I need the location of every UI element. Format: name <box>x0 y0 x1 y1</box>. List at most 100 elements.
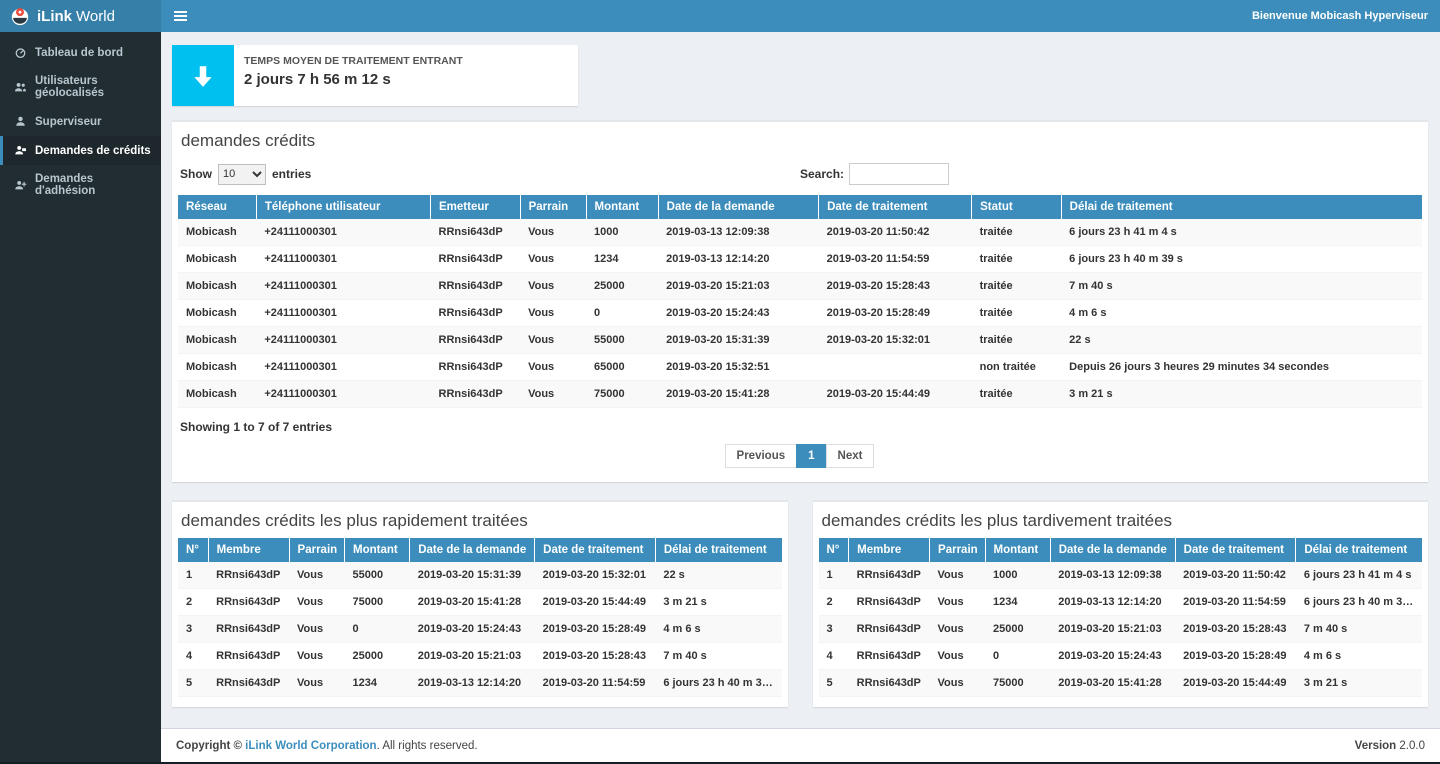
column-header[interactable]: Date de traitement <box>1175 538 1296 562</box>
table-cell: 2019-03-20 15:21:03 <box>658 273 818 300</box>
column-header[interactable]: Téléphone utilisateur <box>256 195 430 219</box>
table-cell: traitée <box>972 381 1062 408</box>
sidebar-item-label: Demandes de crédits <box>35 145 151 157</box>
brand-link[interactable]: iLinkWorld <box>0 0 161 32</box>
table-cell: RRnsi643dP <box>431 246 521 273</box>
table-row: 1RRnsi643dPVous10002019-03-13 12:09:3820… <box>819 562 1423 589</box>
table-cell: traitée <box>972 327 1062 354</box>
table-cell: 75000 <box>985 670 1050 697</box>
column-header[interactable]: Parrain <box>930 538 986 562</box>
sidebar-item-label: Tableau de bord <box>35 47 123 59</box>
column-header[interactable]: Réseau <box>178 195 256 219</box>
column-header[interactable]: Emetteur <box>431 195 521 219</box>
table-cell: 4 m 6 s <box>1296 643 1422 670</box>
table-cell: traitée <box>972 246 1062 273</box>
table-cell: 5 <box>178 670 208 697</box>
table-cell: Vous <box>930 616 986 643</box>
slowest-panel: demandes crédits les plus tardivement tr… <box>813 500 1429 707</box>
column-header[interactable]: Date de traitement <box>535 538 656 562</box>
table-cell: 2 <box>819 589 849 616</box>
table-cell: Mobicash <box>178 273 256 300</box>
search-input[interactable] <box>849 163 949 185</box>
table-cell: 2019-03-20 15:28:49 <box>1175 643 1296 670</box>
column-header[interactable]: Délai de traitement <box>655 538 781 562</box>
table-cell: 0 <box>345 616 410 643</box>
brand-logo-icon <box>10 6 30 26</box>
table-row: 3RRnsi643dPVous250002019-03-20 15:21:032… <box>819 616 1423 643</box>
table-row: 5RRnsi643dPVous750002019-03-20 15:41:282… <box>819 670 1423 697</box>
table-cell: RRnsi643dP <box>208 589 289 616</box>
pagination-next-button[interactable]: Next <box>826 444 875 468</box>
column-header[interactable]: Délai de traitement <box>1061 195 1422 219</box>
table-row: 4RRnsi643dPVous250002019-03-20 15:21:032… <box>178 643 782 670</box>
table-cell <box>819 354 972 381</box>
table-summary: Showing 1 to 7 of 7 entries <box>178 408 1422 434</box>
table-cell: 25000 <box>586 273 658 300</box>
table-cell: 2019-03-20 15:28:43 <box>819 273 972 300</box>
column-header[interactable]: Délai de traitement <box>1296 538 1422 562</box>
table-cell: Depuis 26 jours 3 heures 29 minutes 34 s… <box>1061 354 1422 381</box>
column-header[interactable]: N° <box>819 538 849 562</box>
sidebar-item-superviseur[interactable]: Superviseur <box>0 107 161 136</box>
table-cell: 2019-03-20 11:54:59 <box>535 670 656 697</box>
column-header[interactable]: Date de la demande <box>658 195 818 219</box>
table-cell: 4 <box>819 643 849 670</box>
table-cell: 2019-03-20 11:50:42 <box>1175 562 1296 589</box>
table-cell: 2019-03-20 15:32:51 <box>658 354 818 381</box>
page-length-select[interactable]: 10 <box>218 164 266 185</box>
column-header[interactable]: Montant <box>586 195 658 219</box>
column-header[interactable]: Montant <box>985 538 1050 562</box>
column-header[interactable]: Parrain <box>289 538 345 562</box>
column-header[interactable]: Parrain <box>520 195 586 219</box>
supervisor-icon <box>14 115 27 128</box>
sidebar-item-tableau-de-bord[interactable]: Tableau de bord <box>0 38 161 67</box>
fastest-panel-title: demandes crédits les plus rapidement tra… <box>172 502 788 538</box>
column-header[interactable]: Statut <box>972 195 1062 219</box>
column-header[interactable]: Montant <box>345 538 410 562</box>
table-cell: 1000 <box>985 562 1050 589</box>
table-cell: RRnsi643dP <box>431 381 521 408</box>
welcome-text: Bienvenue Mobicash Hyperviseur <box>1252 10 1440 22</box>
table-cell: Vous <box>289 643 345 670</box>
company-link[interactable]: iLink World Corporation <box>245 740 376 752</box>
slowest-table: N°MembreParrainMontantDate de la demande… <box>819 538 1423 697</box>
table-cell: Vous <box>520 246 586 273</box>
table-cell: +24111000301 <box>256 273 430 300</box>
table-row: 3RRnsi643dPVous02019-03-20 15:24:432019-… <box>178 616 782 643</box>
sidebar-item-utilisateurs-geolocalises[interactable]: Utilisateurs géolocalisés <box>0 67 161 107</box>
pagination-previous-button[interactable]: Previous <box>725 444 798 468</box>
version-label: Version <box>1355 740 1397 752</box>
copyright-text: Copyright © <box>176 740 245 752</box>
table-cell: traitée <box>972 273 1062 300</box>
table-cell: Vous <box>930 670 986 697</box>
pagination-page-1-button[interactable]: 1 <box>796 444 826 468</box>
table-cell: RRnsi643dP <box>431 273 521 300</box>
table-cell: 2019-03-20 15:21:03 <box>410 643 535 670</box>
version-number: 2.0.0 <box>1396 740 1425 752</box>
show-label: Show <box>180 167 212 181</box>
sidebar-item-label: Superviseur <box>35 116 101 128</box>
table-cell: Mobicash <box>178 354 256 381</box>
table-cell: 3 m 21 s <box>1061 381 1422 408</box>
sidebar-item-demandes-de-credits[interactable]: Demandes de crédits <box>0 136 161 165</box>
column-header[interactable]: Date de traitement <box>819 195 972 219</box>
table-row: Mobicash+24111000301RRnsi643dPVous02019-… <box>178 300 1422 327</box>
table-cell: 75000 <box>345 589 410 616</box>
table-cell: traitée <box>972 219 1062 246</box>
column-header[interactable]: Membre <box>208 538 289 562</box>
table-cell: 25000 <box>345 643 410 670</box>
sidebar-toggle-button[interactable] <box>161 0 199 32</box>
table-header-row: N°MembreParrainMontantDate de la demande… <box>178 538 782 562</box>
sidebar-item-demandes-adhesion[interactable]: Demandes d'adhésion <box>0 165 161 205</box>
table-cell: 75000 <box>586 381 658 408</box>
column-header[interactable]: Date de la demande <box>1050 538 1175 562</box>
table-cell: Mobicash <box>178 246 256 273</box>
table-cell: 6 jours 23 h 40 m 39 s <box>1296 589 1422 616</box>
column-header[interactable]: Membre <box>849 538 930 562</box>
table-cell: RRnsi643dP <box>431 327 521 354</box>
column-header[interactable]: N° <box>178 538 208 562</box>
table-cell: 2019-03-20 15:31:39 <box>410 562 535 589</box>
column-header[interactable]: Date de la demande <box>410 538 535 562</box>
table-cell: 1234 <box>985 589 1050 616</box>
table-cell: 22 s <box>1061 327 1422 354</box>
